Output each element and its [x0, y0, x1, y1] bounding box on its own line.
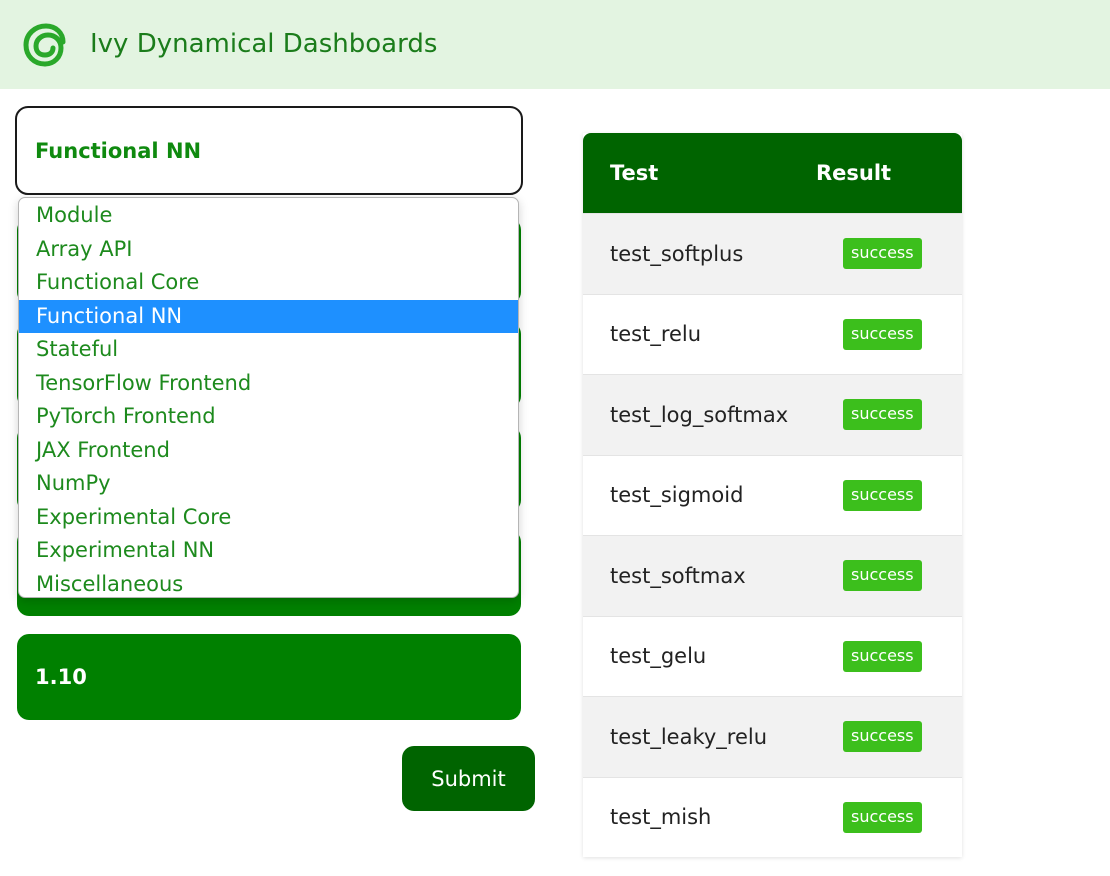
app-header: Ivy Dynamical Dashboards: [0, 0, 1110, 89]
test-name: test_softmax: [610, 563, 746, 588]
test-name: test_log_softmax: [610, 402, 789, 427]
status-badge: success: [843, 318, 922, 350]
table-row: test_sigmoid success: [583, 454, 962, 535]
table-row: test_relu success: [583, 293, 962, 374]
results-table: Test Result test_softplus success test_r…: [583, 133, 962, 857]
results-table-header: Test Result: [583, 133, 962, 213]
table-row: test_softplus success: [583, 213, 962, 294]
result-cell: success: [816, 318, 922, 350]
test-name: test_softplus: [610, 241, 744, 266]
result-cell: success: [816, 479, 922, 511]
submodule-dropdown-list[interactable]: Module Array API Functional Core Functio…: [18, 197, 519, 598]
table-row: test_leaky_relu success: [583, 696, 962, 777]
dropdown-option-experimental-nn[interactable]: Experimental NN: [19, 534, 518, 568]
result-cell: success: [816, 640, 922, 672]
ivy-spiral-icon[interactable]: [18, 18, 72, 72]
result-cell: success: [816, 399, 922, 431]
status-badge: success: [843, 479, 922, 511]
dropdown-option-functional-core[interactable]: Functional Core: [19, 266, 518, 300]
status-badge: success: [843, 560, 922, 592]
status-badge: success: [843, 238, 922, 270]
dropdown-option-module[interactable]: Module: [19, 199, 518, 233]
test-name: test_relu: [610, 322, 702, 347]
dropdown-option-experimental-core[interactable]: Experimental Core: [19, 501, 518, 535]
test-name: test_sigmoid: [610, 483, 744, 508]
status-badge: success: [843, 721, 922, 753]
app-title: Ivy Dynamical Dashboards: [90, 29, 438, 59]
status-badge: success: [843, 640, 922, 672]
submit-button[interactable]: Submit: [402, 746, 535, 811]
version-value: 1.10: [35, 665, 87, 689]
submit-button-label: Submit: [431, 766, 506, 791]
result-cell: success: [816, 238, 922, 270]
submodule-select[interactable]: Functional NN: [15, 106, 523, 195]
version-select[interactable]: 1.10: [17, 634, 521, 720]
submodule-value: Functional NN: [35, 138, 202, 163]
dropdown-option-stateful[interactable]: Stateful: [19, 333, 518, 367]
dropdown-option-array-api[interactable]: Array API: [19, 233, 518, 267]
result-cell: success: [816, 560, 922, 592]
table-row: test_gelu success: [583, 615, 962, 696]
table-row: test_mish success: [583, 776, 962, 857]
dropdown-option-miscellaneous[interactable]: Miscellaneous: [19, 568, 518, 598]
column-header-result: Result: [816, 161, 892, 185]
dropdown-option-functional-nn[interactable]: Functional NN: [19, 299, 518, 333]
dropdown-option-jax-frontend[interactable]: JAX Frontend: [19, 434, 518, 468]
test-name: test_leaky_relu: [610, 724, 768, 749]
table-row: test_log_softmax success: [583, 374, 962, 455]
dropdown-option-numpy[interactable]: NumPy: [19, 467, 518, 501]
results-table-body: test_softplus success test_relu success …: [583, 213, 962, 857]
result-cell: success: [816, 721, 922, 753]
status-badge: success: [843, 399, 922, 431]
table-row: test_softmax success: [583, 535, 962, 616]
dropdown-option-pytorch-frontend[interactable]: PyTorch Frontend: [19, 400, 518, 434]
test-name: test_gelu: [610, 644, 707, 669]
result-cell: success: [816, 801, 922, 833]
column-header-test: Test: [610, 161, 659, 185]
test-name: test_mish: [610, 805, 712, 830]
status-badge: success: [843, 801, 922, 833]
dropdown-option-tensorflow-frontend[interactable]: TensorFlow Frontend: [19, 367, 518, 401]
